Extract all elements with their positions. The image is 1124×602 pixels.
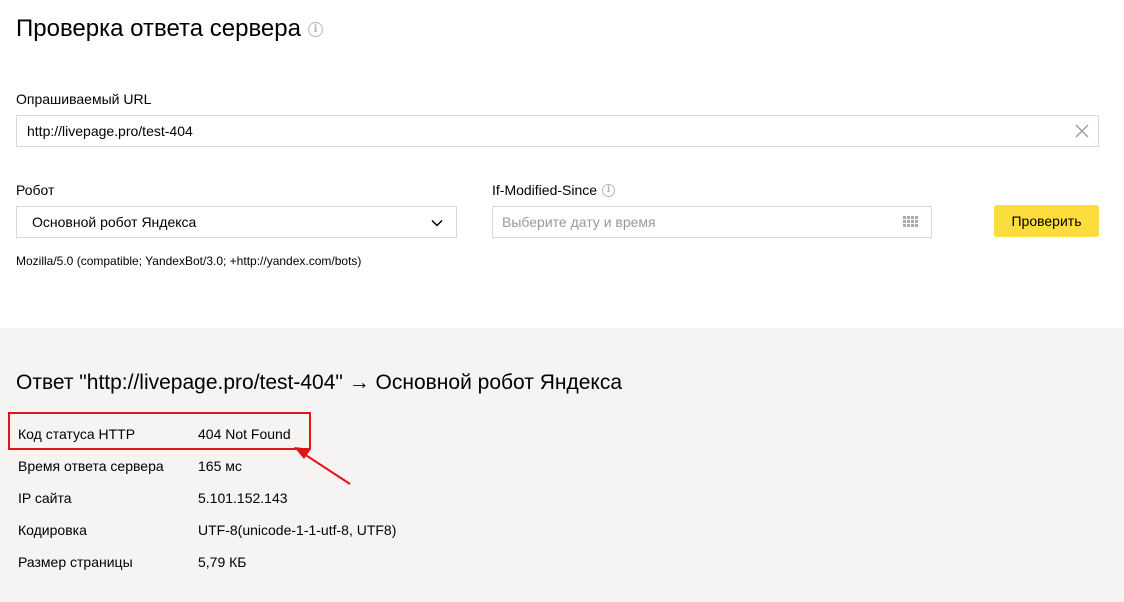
result-value: UTF-8(unicode-1-1-utf-8, UTF8) xyxy=(198,522,397,538)
result-row-response-time: Время ответа сервера 165 мс xyxy=(18,458,242,474)
status-highlight-box xyxy=(8,412,311,450)
robot-label: Робот xyxy=(16,182,55,198)
check-button[interactable]: Проверить xyxy=(994,205,1099,237)
page-title: Проверка ответа сервера i xyxy=(16,15,323,43)
url-label: Опрашиваемый URL xyxy=(16,91,152,107)
result-row-page-size: Размер страницы 5,79 КБ xyxy=(18,554,246,570)
result-section: Ответ "http://livepage.pro/test-404" → О… xyxy=(0,328,1124,602)
calendar-icon[interactable] xyxy=(902,214,918,230)
if-modified-since-label: If-Modified-Since i xyxy=(492,182,616,198)
if-modified-since-label-text: If-Modified-Since xyxy=(492,182,598,198)
result-key: Кодировка xyxy=(18,522,87,538)
user-agent-text: Mozilla/5.0 (compatible; YandexBot/3.0; … xyxy=(16,254,362,268)
page-title-text: Проверка ответа сервера xyxy=(16,15,301,42)
result-value: 5,79 КБ xyxy=(198,554,247,570)
result-title: Ответ "http://livepage.pro/test-404" → О… xyxy=(16,371,623,394)
result-key: Время ответа сервера xyxy=(18,458,164,474)
robot-select-value: Основной робот Яндекса xyxy=(32,214,197,230)
result-row-encoding: Кодировка UTF-8(unicode-1-1-utf-8, UTF8) xyxy=(18,522,396,538)
result-key: Размер страницы xyxy=(18,554,133,570)
info-icon[interactable]: i xyxy=(602,183,616,197)
check-form-section: Проверка ответа сервера i Опрашиваемый U… xyxy=(0,0,1124,328)
robot-select[interactable]: Основной робот Яндекса xyxy=(16,206,457,238)
result-key: IP сайта xyxy=(18,490,72,506)
url-input[interactable] xyxy=(16,115,1099,147)
info-icon[interactable]: i xyxy=(307,21,323,37)
result-row-ip: IP сайта 5.101.152.143 xyxy=(18,490,288,506)
date-time-input[interactable] xyxy=(492,206,932,238)
result-value: 165 мс xyxy=(198,458,242,474)
result-value: 5.101.152.143 xyxy=(198,490,288,506)
clear-icon[interactable] xyxy=(1074,123,1090,139)
chevron-down-icon xyxy=(431,219,443,227)
